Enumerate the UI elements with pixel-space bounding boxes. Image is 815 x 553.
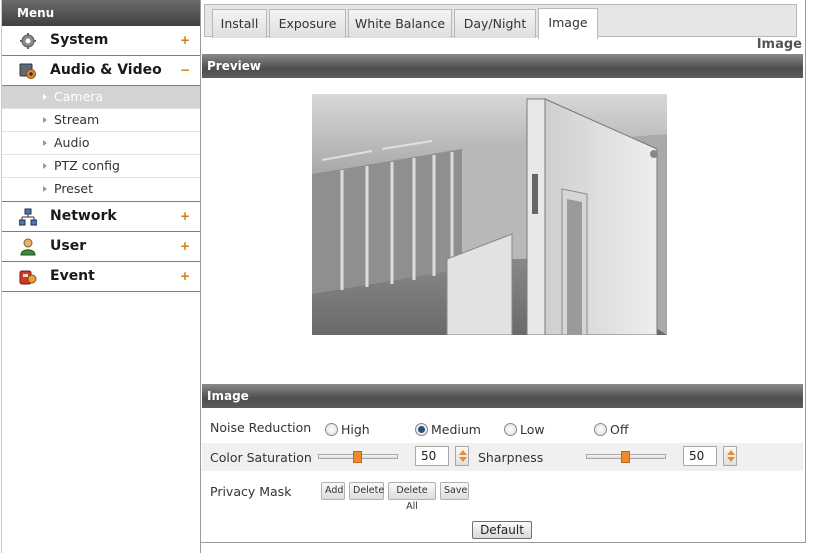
tab-white-balance[interactable]: White Balance <box>348 9 452 38</box>
submenu-label: Stream <box>54 112 100 127</box>
sharpness-spinner[interactable] <box>723 446 737 466</box>
radio-low-label: Low <box>520 422 545 437</box>
gear-icon <box>19 32 37 50</box>
menu-item-event[interactable]: Event + <box>2 262 200 292</box>
color-saturation-spinner[interactable] <box>455 446 469 466</box>
submenu-audio-video: Camera Stream Audio PTZ config Preset <box>2 86 200 202</box>
tab-bar: Install Exposure White Balance Day/Night… <box>204 4 797 39</box>
color-saturation-input[interactable]: 50 <box>415 446 449 466</box>
alarm-icon <box>19 268 37 286</box>
spin-up-icon[interactable] <box>459 450 467 455</box>
privacy-mask-label: Privacy Mask <box>210 484 292 499</box>
radio-off[interactable] <box>594 423 607 436</box>
menu-item-user[interactable]: User + <box>2 232 200 262</box>
arrow-right-icon <box>43 140 47 146</box>
saturation-sharpness-row: Color Saturation 50 Sharpness 50 <box>202 443 803 471</box>
page-title: Image <box>756 37 802 52</box>
menu-item-audio-video[interactable]: Audio & Video − <box>2 56 200 86</box>
expand-icon[interactable]: + <box>180 202 190 231</box>
sharpness-input[interactable]: 50 <box>683 446 717 466</box>
menu-item-label: System <box>50 32 109 48</box>
sidebar: Menu System + Audio & Video − Camera Str… <box>1 0 201 553</box>
spin-down-icon[interactable] <box>459 457 467 462</box>
privacy-delete-all-button[interactable]: Delete All <box>388 482 436 512</box>
arrow-right-icon <box>43 186 47 192</box>
privacy-mask-row: Privacy Mask Add Delete Delete All Save <box>202 478 803 512</box>
sharpness-slider-handle[interactable] <box>621 451 630 463</box>
default-button[interactable]: Default <box>472 521 532 539</box>
expand-icon[interactable]: + <box>180 262 190 291</box>
image-section-header: Image <box>202 384 803 408</box>
arrow-right-icon <box>43 163 47 169</box>
privacy-add-button[interactable]: Add <box>321 482 345 500</box>
expand-icon[interactable]: + <box>180 232 190 261</box>
main-panel: Install Exposure White Balance Day/Night… <box>201 0 806 543</box>
menu-item-label: Event <box>50 268 95 284</box>
arrow-right-icon <box>43 117 47 123</box>
submenu-item-preset[interactable]: Preset <box>2 178 200 201</box>
expand-icon[interactable]: + <box>180 26 190 55</box>
sharpness-label: Sharpness <box>478 450 544 465</box>
color-saturation-label: Color Saturation <box>210 450 312 465</box>
submenu-item-audio[interactable]: Audio <box>2 132 200 155</box>
submenu-label: Camera <box>54 89 104 104</box>
radio-high-label: High <box>341 422 370 437</box>
submenu-item-camera[interactable]: Camera <box>2 86 200 109</box>
submenu-label: Audio <box>54 135 90 150</box>
menu-item-system[interactable]: System + <box>2 26 200 56</box>
network-icon <box>18 208 38 226</box>
submenu-item-stream[interactable]: Stream <box>2 109 200 132</box>
radio-off-label: Off <box>610 422 629 437</box>
radio-medium-label: Medium <box>431 422 481 437</box>
menu-item-label: Audio & Video <box>50 62 162 78</box>
submenu-label: Preset <box>54 181 93 196</box>
camera-icon <box>19 62 37 80</box>
radio-medium[interactable] <box>415 423 428 436</box>
tab-exposure[interactable]: Exposure <box>269 9 346 38</box>
spin-up-icon[interactable] <box>727 450 735 455</box>
radio-high[interactable] <box>325 423 338 436</box>
tab-install[interactable]: Install <box>212 9 267 38</box>
preview-image <box>312 94 667 335</box>
menu-item-label: User <box>50 238 87 254</box>
arrow-right-icon <box>43 94 47 100</box>
preview-section-header: Preview <box>202 54 803 78</box>
privacy-delete-button[interactable]: Delete <box>349 482 384 500</box>
menu-item-network[interactable]: Network + <box>2 202 200 232</box>
privacy-save-button[interactable]: Save <box>440 482 469 500</box>
noise-reduction-label: Noise Reduction <box>210 420 312 435</box>
collapse-icon[interactable]: − <box>180 56 190 85</box>
radio-low[interactable] <box>504 423 517 436</box>
tab-image[interactable]: Image <box>538 8 598 39</box>
user-icon <box>19 238 37 256</box>
menu-header: Menu <box>2 0 200 26</box>
noise-reduction-row: Noise Reduction High Medium Low Off <box>202 414 803 442</box>
spin-down-icon[interactable] <box>727 457 735 462</box>
menu-item-label: Network <box>50 208 117 224</box>
submenu-item-ptz-config[interactable]: PTZ config <box>2 155 200 178</box>
camera-preview <box>312 94 667 335</box>
submenu-label: PTZ config <box>54 158 120 173</box>
color-saturation-slider-handle[interactable] <box>353 451 362 463</box>
tab-day-night[interactable]: Day/Night <box>454 9 536 38</box>
